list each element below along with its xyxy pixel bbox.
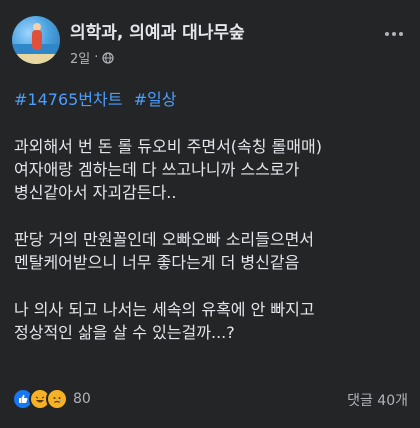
text-line: 과외해서 번 돈 롤 듀오비 주면서(속칭 롤매매) xyxy=(14,137,322,156)
post-paragraph: 과외해서 번 돈 롤 듀오비 주면서(속칭 롤매매) 여자애랑 겜하는데 다 쓰… xyxy=(14,135,410,204)
text-line: 병신같아서 자괴감든다.. xyxy=(14,183,177,202)
page-avatar[interactable] xyxy=(12,16,60,64)
hashtag-link[interactable]: #일상 xyxy=(134,90,177,109)
sad-icon xyxy=(46,388,68,410)
page-name[interactable]: 의학과, 의예과 대나무숲 xyxy=(70,18,245,43)
text-line: 판당 거의 만원꼴인데 오빠오빠 소리들으면서 xyxy=(14,230,315,249)
reaction-summary[interactable]: 80 xyxy=(12,388,91,410)
post-card: 의학과, 의예과 대나무숲 2일 · #14765번차트 #일상 과외해서 번 … xyxy=(0,0,420,428)
text-line: 정상적인 삶을 살 수 있는걸까...? xyxy=(14,323,235,342)
post-time[interactable]: 2일 xyxy=(70,48,90,67)
comment-count-link[interactable]: 댓글 40개 xyxy=(347,390,408,410)
reaction-count: 80 xyxy=(73,391,91,407)
hashtag-link[interactable]: #14765번차트 xyxy=(14,90,122,109)
post-paragraph: 나 의사 되고 나서는 세속의 유혹에 안 빠지고 정상적인 삶을 살 수 있는… xyxy=(14,298,410,344)
post-content: #14765번차트 #일상 과외해서 번 돈 롤 듀오비 주면서(속칭 롤매매)… xyxy=(14,88,410,344)
globe-icon xyxy=(102,51,114,64)
text-line: 멘탈케어받으니 너무 좋다는게 더 병신같음 xyxy=(14,253,300,272)
post-meta: 2일 · xyxy=(70,48,114,67)
post-footer: 80 댓글 40개 xyxy=(12,388,408,412)
text-line: 나 의사 되고 나서는 세속의 유혹에 안 빠지고 xyxy=(14,300,315,319)
more-options-icon[interactable] xyxy=(380,24,408,44)
hashtags: #14765번차트 #일상 xyxy=(14,88,410,111)
meta-separator: · xyxy=(94,50,99,65)
post-header: 의학과, 의예과 대나무숲 2일 · xyxy=(12,16,408,72)
text-line: 여자애랑 겜하는데 다 쓰고나니까 스스로가 xyxy=(14,160,300,179)
post-paragraph: 판당 거의 만원꼴인데 오빠오빠 소리들으면서 멘탈케어받으니 너무 좋다는게 … xyxy=(14,228,410,274)
